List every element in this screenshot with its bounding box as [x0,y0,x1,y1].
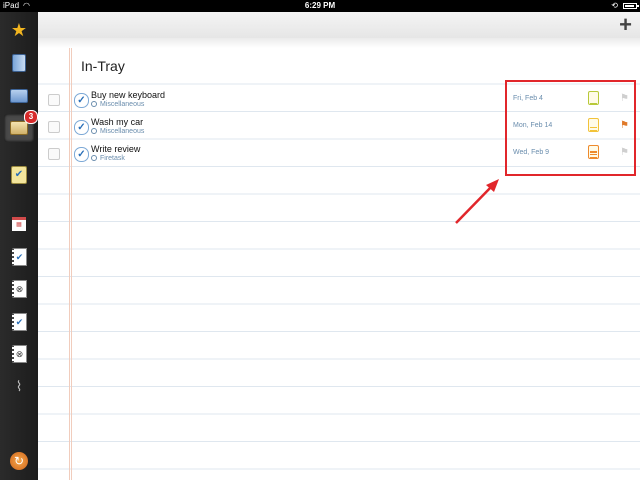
top-bar: + [38,12,640,39]
book-icon [12,54,26,72]
calendar-icon: ▦ [12,217,26,231]
checked-notebook-icon: ✔ [11,248,27,266]
list-title: In-Tray [81,58,125,74]
sidebar-item-deleted-2[interactable]: ⊗ [8,343,30,365]
in-tray-badge: 3 [24,110,38,124]
highlight-box [505,80,636,176]
select-checkbox[interactable] [48,94,60,106]
select-checkbox[interactable] [48,121,60,133]
in-tray-icon [10,121,28,135]
sidebar-item-deleted[interactable]: ⊗ [8,278,30,300]
torn-paper-edge [38,38,640,48]
task-title[interactable]: Write review [91,144,140,154]
x-notebook-icon: ⊗ [11,280,27,298]
sync-icon: ↻ [10,452,28,470]
rotation-lock-icon: ⟲ [611,1,618,10]
battery-icon [623,3,639,9]
checked-note-icon: ✔ [11,166,27,184]
complete-check-icon[interactable]: ✓ [74,147,89,162]
complete-check-icon[interactable]: ✓ [74,93,89,108]
task-context: Miscellaneous [91,128,144,135]
add-task-button[interactable]: + [619,13,632,37]
clock: 6:29 PM [304,1,336,10]
context-icon [91,128,97,134]
task-context-label: Miscellaneous [100,101,145,108]
select-checkbox[interactable] [48,148,60,160]
sidebar-item-next-actions[interactable]: ✔ [8,164,30,186]
task-title[interactable]: Buy new keyboard [91,90,165,100]
sidebar: ★ 3 ✔ ▦ ✔ ⊗ ✔ ⊗ ⌇ ↻ [0,12,38,480]
sidebar-item-spring[interactable]: ⌇ [8,375,30,397]
folder-icon [10,89,28,103]
task-context: Firetask [91,155,125,162]
sync-button[interactable]: ↻ [8,450,30,472]
task-context-label: Firetask [100,155,125,162]
sidebar-item-completed[interactable]: ✔ [8,246,30,268]
sidebar-item-projects[interactable] [8,52,30,74]
status-bar: iPad ◠ 6:29 PM ⟲ [0,0,640,12]
context-icon [91,155,97,161]
annotation-arrow [455,179,499,224]
sidebar-item-in-tray[interactable]: 3 [4,110,38,142]
sidebar-item-calendar[interactable]: ▦ [8,213,30,235]
task-context-label: Miscellaneous [100,128,145,135]
sidebar-item-folder[interactable] [8,85,30,107]
x-notebook-icon: ⊗ [11,345,27,363]
task-title[interactable]: Wash my car [91,117,143,127]
task-context: Miscellaneous [91,101,144,108]
sidebar-item-completed-2[interactable]: ✔ [8,311,30,333]
star-icon: ★ [10,20,28,40]
complete-check-icon[interactable]: ✓ [74,120,89,135]
checked-notebook-icon: ✔ [11,313,27,331]
context-icon [91,101,97,107]
spring-icon: ⌇ [15,378,23,394]
sidebar-item-starred[interactable]: ★ [8,19,30,41]
